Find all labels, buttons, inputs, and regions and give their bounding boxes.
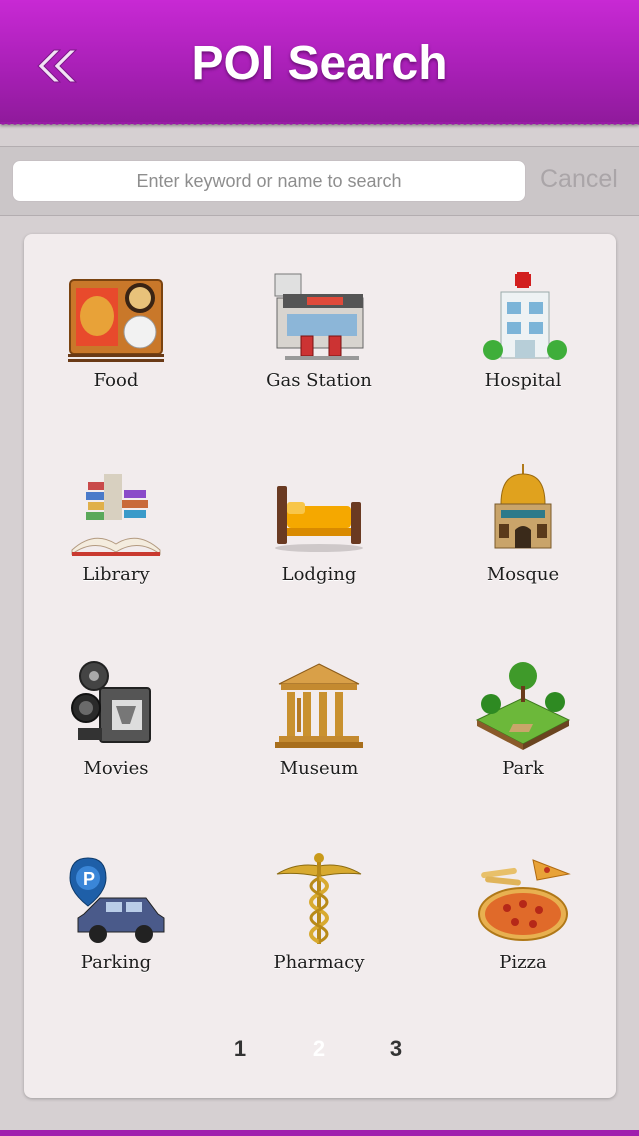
category-label: Mosque (486, 564, 560, 585)
category-food[interactable]: Food (26, 270, 206, 430)
category-label: Gas Station (266, 370, 372, 391)
hospital-icon (483, 272, 567, 360)
category-movies[interactable]: Movies (26, 658, 206, 818)
category-pharmacy[interactable]: Pharmacy (229, 852, 409, 1012)
cancel-button[interactable]: Cancel (540, 165, 618, 194)
gas-station-icon (274, 273, 364, 360)
category-library[interactable]: Library (26, 464, 206, 624)
parking-car-icon: P (69, 857, 165, 943)
search-input[interactable] (12, 160, 526, 202)
bottom-border (0, 1130, 639, 1136)
category-gas-station[interactable]: Gas Station (229, 270, 409, 430)
category-park[interactable]: Park (433, 658, 613, 818)
bed-icon (275, 486, 363, 552)
food-tray-icon (68, 279, 164, 362)
page-title: POI Search (191, 37, 448, 90)
category-lodging[interactable]: Lodging (229, 464, 409, 624)
category-label: Parking (80, 952, 152, 973)
mosque-icon (494, 464, 552, 549)
page-2-current[interactable]: 2 (304, 1036, 334, 1062)
category-label: Library (82, 564, 150, 585)
page-3[interactable]: 3 (381, 1036, 411, 1062)
category-label: Hospital (484, 370, 562, 391)
museum-icon (275, 663, 363, 748)
category-parking[interactable]: P Parking (26, 852, 206, 1012)
library-books-icon (71, 474, 161, 556)
category-hospital[interactable]: Hospital (433, 270, 613, 430)
category-mosque[interactable]: Mosque (433, 464, 613, 624)
pizza-icon (478, 859, 571, 941)
pagination: 1 2 3 (0, 1036, 639, 1066)
category-label: Museum (279, 758, 359, 779)
category-label: Pharmacy (273, 952, 365, 973)
header-bar: POI Search (0, 0, 639, 128)
caduceus-icon (276, 853, 362, 944)
category-label: Pizza (499, 952, 547, 973)
park-icon (475, 662, 571, 750)
category-pizza[interactable]: Pizza (433, 852, 613, 1012)
svg-text:P: P (83, 869, 95, 889)
category-label: Food (93, 370, 139, 391)
search-bar: Cancel (0, 146, 639, 216)
category-label: Movies (83, 758, 149, 779)
category-museum[interactable]: Museum (229, 658, 409, 818)
category-label: Park (502, 758, 544, 779)
movie-camera-icon (71, 661, 151, 743)
page-1[interactable]: 1 (225, 1036, 255, 1062)
category-label: Lodging (281, 564, 357, 585)
